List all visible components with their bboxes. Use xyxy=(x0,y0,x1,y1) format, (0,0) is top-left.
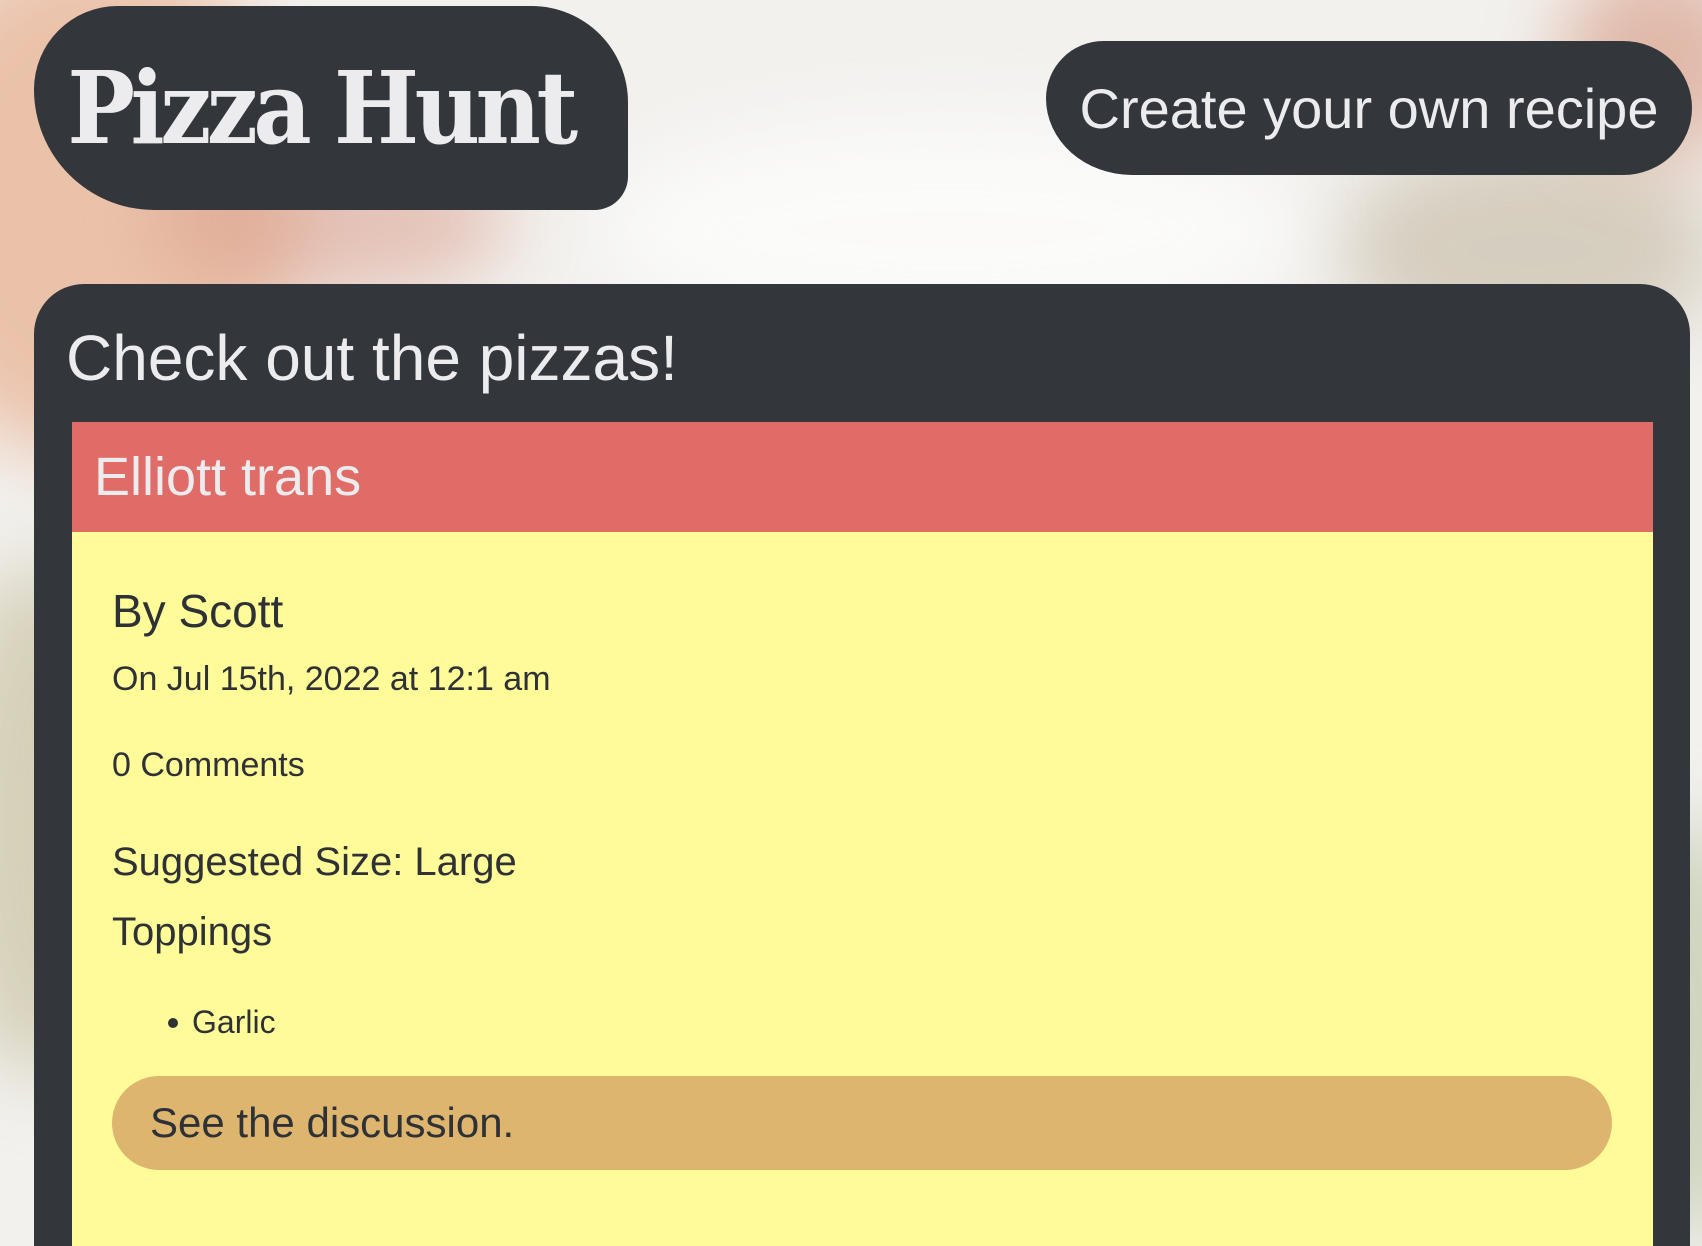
topping-label: Garlic xyxy=(192,1004,276,1040)
pizza-card: Elliott trans By Scott On Jul 15th, 2022… xyxy=(72,422,1653,1246)
site-logo[interactable]: Pizza Hunt xyxy=(34,6,628,210)
toppings-list: Garlic xyxy=(168,1004,276,1040)
toppings-heading: Toppings xyxy=(112,910,273,954)
pizza-card-header: Elliott trans xyxy=(72,422,1653,532)
pizza-date: On Jul 15th, 2022 at 12:1 am xyxy=(112,660,551,698)
page-title: Check out the pizzas! xyxy=(66,322,678,394)
topping-item: Garlic xyxy=(168,1004,276,1040)
create-recipe-link[interactable]: Create your own recipe xyxy=(1046,41,1692,175)
logo-text: Pizza Hunt xyxy=(67,49,578,167)
pizza-author: By Scott xyxy=(112,585,284,637)
pizza-name: Elliott trans xyxy=(94,447,362,507)
comment-count: 0 Comments xyxy=(112,746,305,784)
pizza-list-panel: Check out the pizzas! Elliott trans By S… xyxy=(34,284,1690,1246)
suggested-size: Suggested Size: Large xyxy=(112,840,517,884)
bullet-icon xyxy=(168,1018,178,1028)
see-discussion-label: See the discussion. xyxy=(150,1099,515,1146)
see-discussion-button[interactable]: See the discussion. xyxy=(112,1076,1612,1170)
